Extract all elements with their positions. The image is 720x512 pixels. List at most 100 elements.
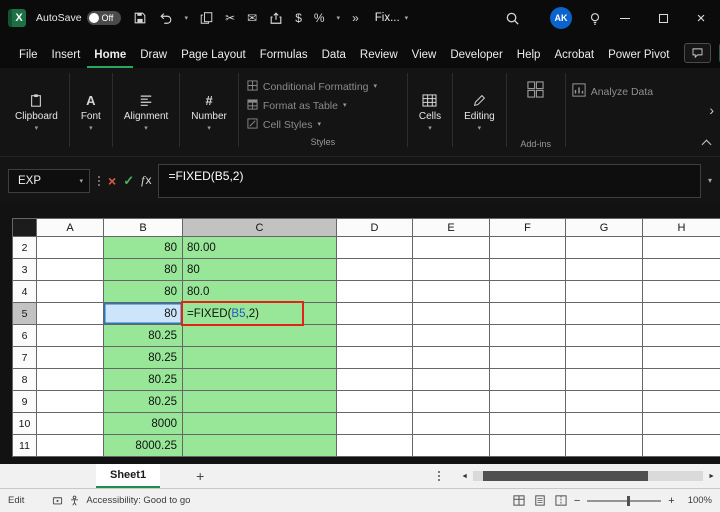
cancel-entry-icon[interactable]: × [108, 173, 116, 189]
tab-view[interactable]: View [405, 42, 444, 68]
cell-A2[interactable] [37, 237, 104, 259]
cell-B9[interactable]: 80.25 [104, 391, 183, 413]
cell-G11[interactable] [566, 435, 643, 457]
cell-F4[interactable] [490, 281, 566, 303]
row-header-10[interactable]: 10 [13, 413, 37, 435]
cell-D11[interactable] [337, 435, 413, 457]
currency-format-icon[interactable]: $ [295, 12, 302, 24]
formula-input[interactable]: =FIXED(B5,2) [158, 164, 701, 198]
insert-function-icon[interactable]: fx [141, 173, 151, 188]
cell-G10[interactable] [566, 413, 643, 435]
number-group-button[interactable]: # Number ▾ [180, 73, 238, 151]
column-header-A[interactable]: A [37, 219, 104, 237]
cell-B2[interactable]: 80 [104, 237, 183, 259]
row-header-11[interactable]: 11 [13, 435, 37, 457]
cell-B3[interactable]: 80 [104, 259, 183, 281]
column-header-G[interactable]: G [566, 219, 643, 237]
cell-A10[interactable] [37, 413, 104, 435]
comments-button[interactable] [684, 43, 711, 63]
cell-F3[interactable] [490, 259, 566, 281]
page-layout-view-icon[interactable] [534, 495, 546, 506]
clipboard-group-button[interactable]: Clipboard ▾ [4, 73, 69, 151]
cell-A4[interactable] [37, 281, 104, 303]
ribbon-overflow-chevron[interactable]: › [709, 102, 714, 118]
row-header-8[interactable]: 8 [13, 369, 37, 391]
cell-G3[interactable] [566, 259, 643, 281]
cell-C3[interactable]: 80 [183, 259, 337, 281]
workbook-name-dropdown[interactable]: Fix... ▾ [375, 12, 408, 24]
cell-B5[interactable]: 80 [104, 303, 183, 325]
cell-F8[interactable] [490, 369, 566, 391]
cell-styles-button[interactable]: Cell Styles ▾ [247, 115, 399, 134]
cell-D9[interactable] [337, 391, 413, 413]
cell-A7[interactable] [37, 347, 104, 369]
cell-F10[interactable] [490, 413, 566, 435]
cell-H4[interactable] [643, 281, 720, 303]
search-icon[interactable] [505, 11, 520, 26]
cell-C7[interactable] [183, 347, 337, 369]
column-header-E[interactable]: E [413, 219, 490, 237]
cell-E6[interactable] [413, 325, 490, 347]
cell-F11[interactable] [490, 435, 566, 457]
cell-E8[interactable] [413, 369, 490, 391]
maximize-button[interactable] [644, 0, 682, 36]
normal-view-icon[interactable] [513, 495, 525, 506]
column-header-F[interactable]: F [490, 219, 566, 237]
percent-style-icon[interactable]: % [314, 12, 325, 24]
column-header-C[interactable]: C [183, 219, 337, 237]
alignment-group-button[interactable]: Alignment ▾ [113, 73, 179, 151]
conditional-formatting-button[interactable]: Conditional Formatting ▾ [247, 77, 399, 96]
lightbulb-icon[interactable] [588, 11, 602, 26]
cell-D4[interactable] [337, 281, 413, 303]
cell-G6[interactable] [566, 325, 643, 347]
cell-F7[interactable] [490, 347, 566, 369]
page-break-view-icon[interactable] [555, 495, 567, 506]
cells-group-button[interactable]: Cells ▾ [408, 73, 452, 151]
minimize-button[interactable] [606, 0, 644, 36]
cell-D5[interactable] [337, 303, 413, 325]
autosave-toggle[interactable]: AutoSave Off [36, 11, 121, 25]
zoom-in-button[interactable]: + [668, 495, 674, 507]
cell-E5[interactable] [413, 303, 490, 325]
analyze-data-button[interactable]: Analyze Data [566, 73, 668, 151]
column-header-H[interactable]: H [643, 219, 720, 237]
cell-A5[interactable] [37, 303, 104, 325]
cell-H11[interactable] [643, 435, 720, 457]
cell-B11[interactable]: 8000.25 [104, 435, 183, 457]
scrollbar-thumb[interactable] [483, 471, 648, 481]
zoom-level[interactable]: 100% [688, 495, 712, 506]
editing-group-button[interactable]: Editing ▾ [453, 73, 506, 151]
cell-B6[interactable]: 80.25 [104, 325, 183, 347]
cell-E10[interactable] [413, 413, 490, 435]
cell-C4[interactable]: 80.0 [183, 281, 337, 303]
collapse-ribbon-icon[interactable] [702, 140, 712, 150]
macro-record-icon[interactable] [52, 495, 63, 506]
row-header-4[interactable]: 4 [13, 281, 37, 303]
undo-icon[interactable] [159, 11, 173, 25]
tab-page-layout[interactable]: Page Layout [174, 42, 253, 68]
cell-E7[interactable] [413, 347, 490, 369]
horizontal-scrollbar[interactable] [473, 471, 703, 481]
save-icon[interactable] [133, 11, 147, 25]
cell-G2[interactable] [566, 237, 643, 259]
cell-F2[interactable] [490, 237, 566, 259]
drag-handle-icon[interactable] [97, 176, 101, 186]
cell-H9[interactable] [643, 391, 720, 413]
cell-B8[interactable]: 80.25 [104, 369, 183, 391]
cell-B4[interactable]: 80 [104, 281, 183, 303]
scroll-right-icon[interactable]: ► [703, 473, 720, 480]
cell-F5[interactable] [490, 303, 566, 325]
tab-help[interactable]: Help [510, 42, 548, 68]
cell-E3[interactable] [413, 259, 490, 281]
cell-A9[interactable] [37, 391, 104, 413]
cell-G4[interactable] [566, 281, 643, 303]
font-group-button[interactable]: A Font ▾ [70, 73, 112, 151]
cell-D6[interactable] [337, 325, 413, 347]
more-commands-icon[interactable]: » [352, 12, 359, 24]
accessibility-status[interactable]: Accessibility: Good to go [86, 495, 190, 506]
zoom-slider-thumb[interactable] [627, 496, 630, 506]
copy-icon[interactable] [200, 11, 213, 25]
cell-G9[interactable] [566, 391, 643, 413]
cell-D10[interactable] [337, 413, 413, 435]
column-header-D[interactable]: D [337, 219, 413, 237]
